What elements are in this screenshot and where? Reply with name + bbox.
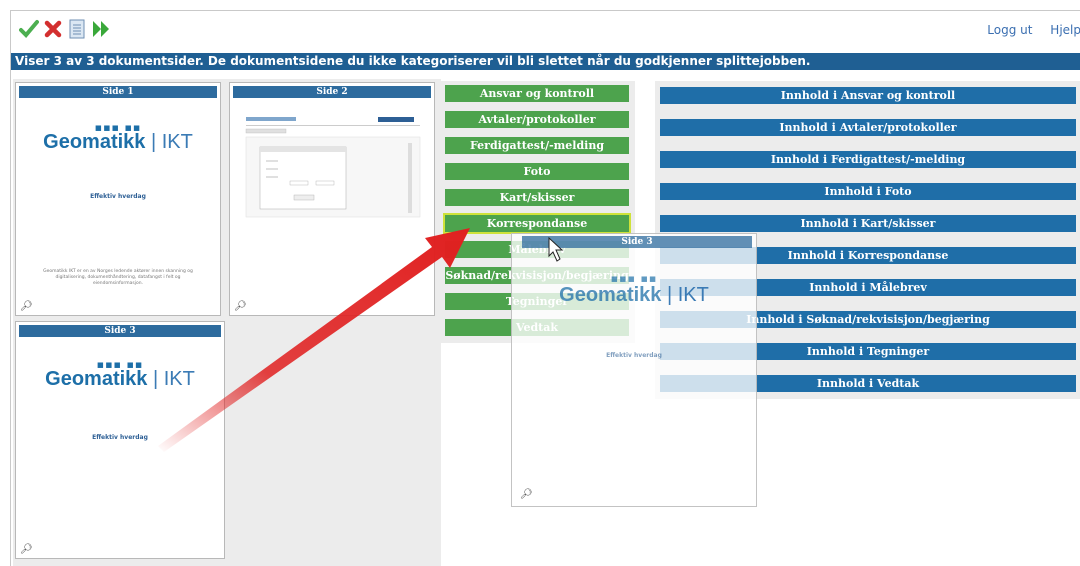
tagline: Effektiv hverdag bbox=[606, 352, 662, 359]
help-link[interactable]: Hjelp bbox=[1050, 23, 1080, 37]
info-bar: Viser 3 av 3 dokumentsider. De dokuments… bbox=[11, 53, 1080, 70]
content-button[interactable]: Innhold i Avtaler/protokoller bbox=[660, 119, 1076, 136]
toolbar: Logg ut Hjelp bbox=[11, 11, 1080, 47]
logo: Geomatikk | IKT bbox=[43, 131, 193, 153]
page-card-1[interactable]: Side 1 ▪▪▪ ▪▪ Geomatikk | IKT Effektiv h… bbox=[15, 82, 221, 316]
page-card-3[interactable]: Side 3 ▪▪▪ ▪▪ Geomatikk | IKT Effektiv h… bbox=[15, 321, 225, 559]
header-links: Logg ut Hjelp bbox=[973, 23, 1080, 37]
tagline: Effektiv hverdag bbox=[90, 193, 146, 200]
magnifier-icon[interactable]: 🔎︎ bbox=[234, 301, 247, 312]
logo: Geomatikk | IKT bbox=[45, 368, 195, 390]
content-button[interactable]: Innhold i Ansvar og kontroll bbox=[660, 87, 1076, 104]
logo: Geomatikk | IKT bbox=[559, 284, 709, 306]
fast-forward-icon[interactable] bbox=[91, 19, 111, 39]
category-button[interactable]: Ansvar og kontroll bbox=[445, 85, 629, 102]
content-button[interactable]: Innhold i Ferdigattest/-melding bbox=[660, 151, 1076, 168]
magnifier-icon[interactable]: 🔎︎ bbox=[20, 544, 33, 555]
page-footer-text: Geomatikk IKT er en av Norges ledende ak… bbox=[43, 269, 193, 286]
screenshot-thumbnail bbox=[245, 117, 421, 218]
category-button[interactable]: Ferdigattest/-melding bbox=[445, 137, 629, 154]
page-title: Side 1 bbox=[19, 86, 217, 98]
content-button[interactable]: Innhold i Foto bbox=[660, 183, 1076, 200]
page-thumbnail bbox=[238, 103, 426, 297]
page-title: Side 3 bbox=[522, 236, 752, 248]
page-title: Side 2 bbox=[233, 86, 431, 98]
page-card-2[interactable]: Side 2 🔎︎ bbox=[229, 82, 435, 316]
page-thumbnail: ▪▪▪ ▪▪ Geomatikk | IKT Effektiv hverdag bbox=[24, 342, 216, 540]
app-frame: Logg ut Hjelp Viser 3 av 3 dokumentsider… bbox=[10, 10, 1080, 566]
page-thumbnail: ▪▪▪ ▪▪ Geomatikk | IKT Effektiv hverdag … bbox=[24, 103, 212, 297]
magnifier-icon[interactable]: 🔎︎ bbox=[520, 489, 533, 500]
document-icon[interactable] bbox=[67, 19, 87, 39]
category-button[interactable]: Avtaler/protokoller bbox=[445, 111, 629, 128]
category-button-selected[interactable]: Korrespondanse bbox=[443, 213, 631, 234]
x-icon[interactable] bbox=[43, 19, 63, 39]
category-button[interactable]: Foto bbox=[445, 163, 629, 180]
tagline: Effektiv hverdag bbox=[92, 434, 148, 441]
category-button[interactable]: Kart/skisser bbox=[445, 189, 629, 206]
page-title: Side 3 bbox=[19, 325, 221, 337]
check-icon[interactable] bbox=[19, 19, 39, 39]
content-button[interactable]: Innhold i Kart/skisser bbox=[660, 215, 1076, 232]
magnifier-icon[interactable]: 🔎︎ bbox=[20, 301, 33, 312]
logout-link[interactable]: Logg ut bbox=[987, 23, 1032, 37]
dragged-page[interactable]: Side 3 ▪▪▪ ▪▪ Geomatikk | IKT Effektiv h… bbox=[511, 233, 757, 507]
